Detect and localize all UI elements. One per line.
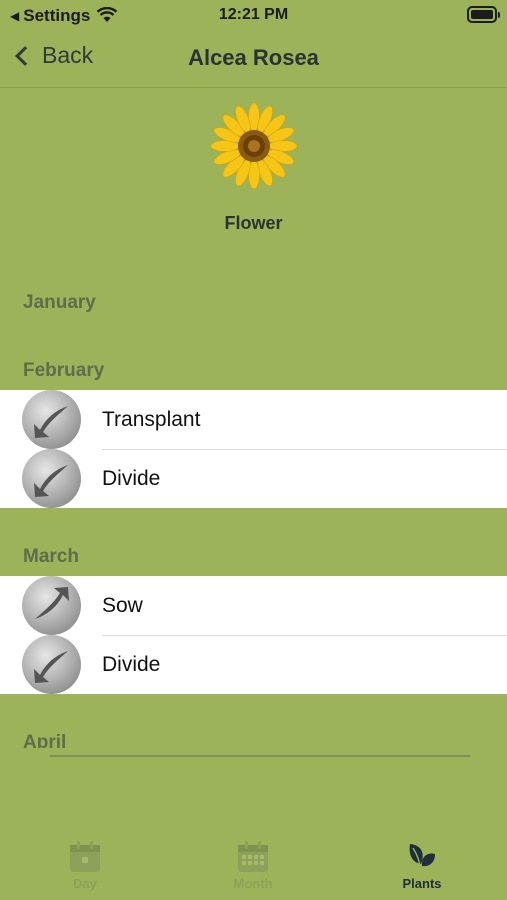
moon-waning-arrow-icon bbox=[22, 390, 81, 449]
navigation-bar: Back Alcea Rosea bbox=[0, 32, 507, 88]
leaves-icon bbox=[409, 844, 435, 873]
list-item-divide[interactable]: Divide bbox=[0, 449, 507, 508]
sunflower-icon bbox=[210, 102, 298, 190]
list-item-divide[interactable]: Divide bbox=[0, 635, 507, 694]
action-label: Sow bbox=[102, 593, 143, 617]
calendar-month-icon bbox=[238, 841, 268, 872]
tab-day-label: Day bbox=[73, 876, 97, 891]
tab-bar: Day Month Plants bbox=[0, 830, 507, 900]
action-label: Divide bbox=[102, 466, 161, 490]
month-header-february: February bbox=[23, 360, 105, 381]
tab-plants[interactable]: Plants bbox=[362, 840, 482, 891]
tab-month-label: Month bbox=[233, 876, 273, 891]
status-time: 12:21 PM bbox=[218, 6, 289, 23]
moon-waning-arrow-icon bbox=[22, 635, 81, 694]
divider bbox=[50, 755, 470, 757]
action-label: Divide bbox=[102, 652, 161, 676]
february-actions-list: Transplant Divide bbox=[0, 390, 507, 508]
tab-plants-label: Plants bbox=[402, 876, 442, 891]
calendar-day-icon bbox=[70, 841, 100, 872]
tab-day[interactable]: Day bbox=[25, 840, 145, 891]
plant-type-label: Flower bbox=[224, 213, 283, 233]
month-header-march: March bbox=[23, 546, 79, 567]
list-item-transplant[interactable]: Transplant bbox=[0, 390, 507, 449]
tab-month[interactable]: Month bbox=[193, 840, 313, 891]
moon-waning-arrow-icon bbox=[22, 449, 81, 508]
page-title: Alcea Rosea bbox=[188, 45, 319, 70]
list-item-sow[interactable]: Sow bbox=[0, 576, 507, 635]
action-label: Transplant bbox=[102, 407, 201, 431]
status-bar: ◀ Settings 12:21 PM bbox=[0, 0, 507, 32]
moon-waxing-arrow-icon bbox=[22, 576, 81, 635]
march-actions-list: Sow Divide bbox=[0, 576, 507, 694]
month-header-january: January bbox=[23, 292, 96, 313]
month-header-april: April bbox=[23, 732, 67, 748]
battery-icon bbox=[467, 6, 500, 23]
